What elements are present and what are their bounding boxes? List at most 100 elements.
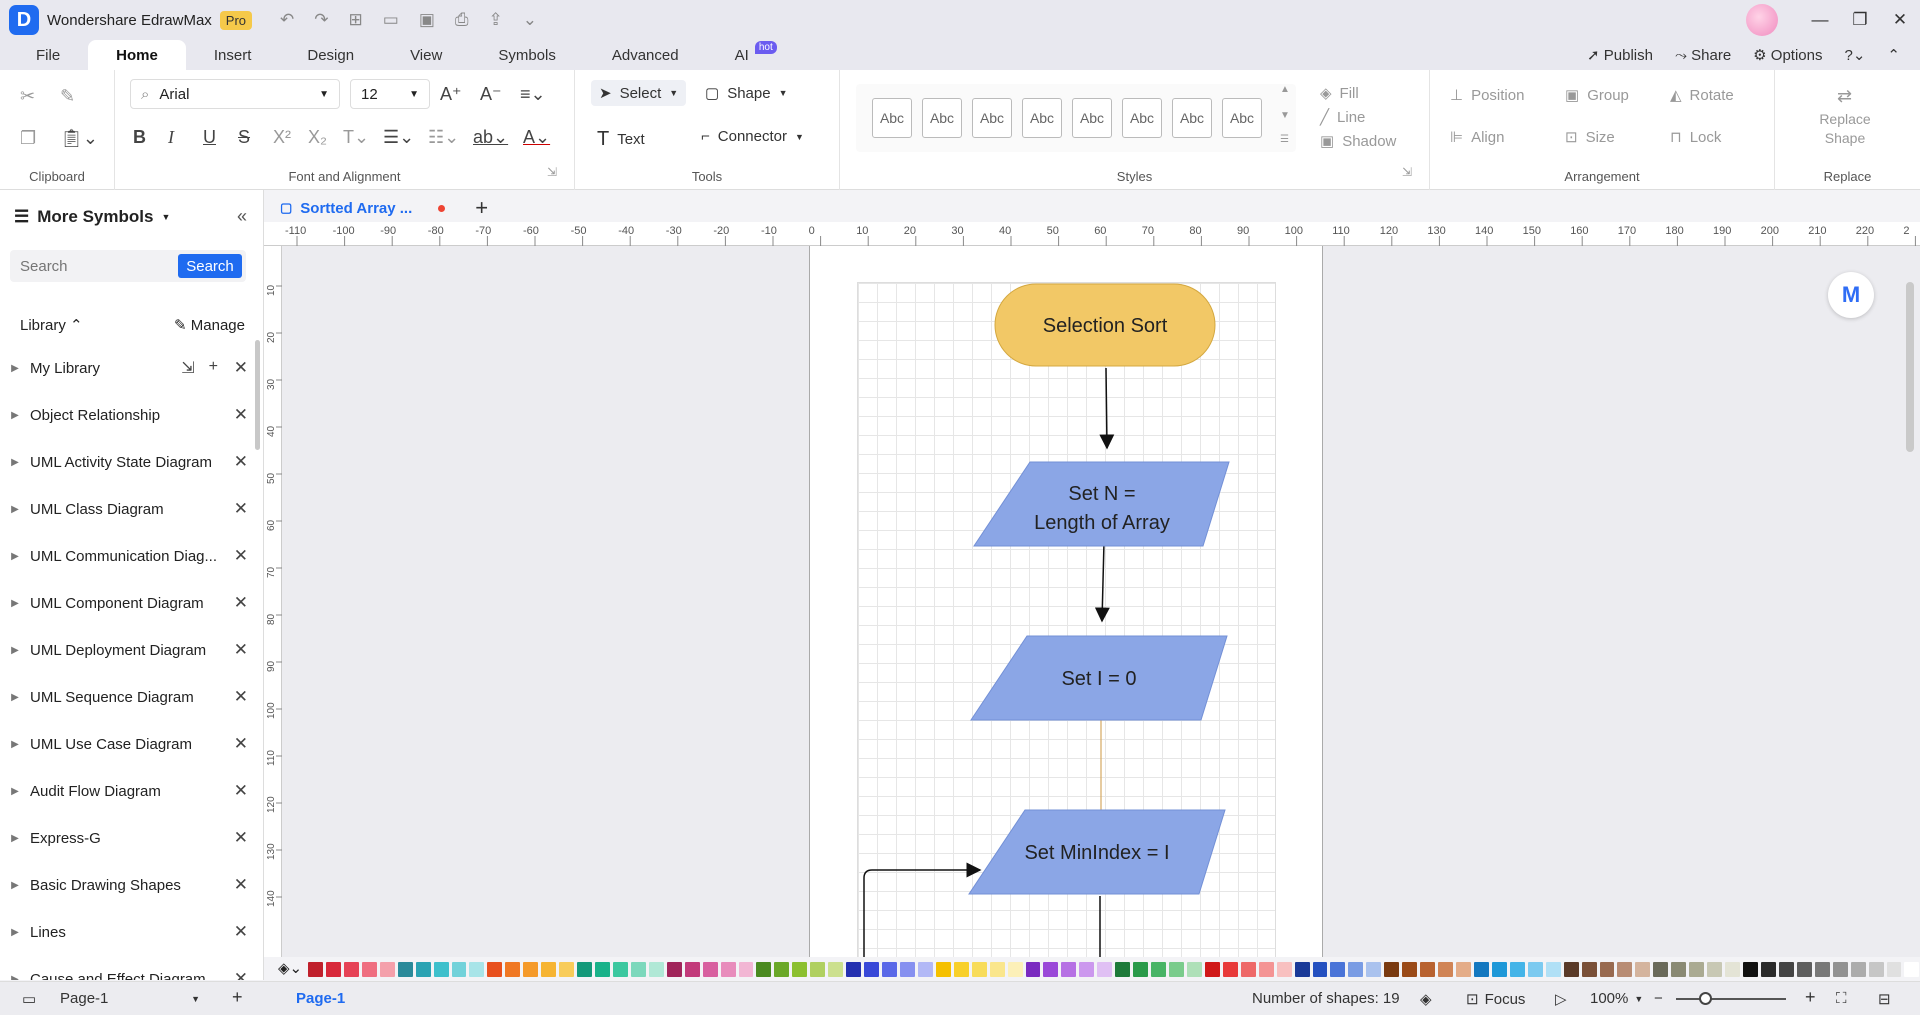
library-item[interactable]: ▶ UML Communication Diag... ✕: [0, 536, 258, 576]
color-swatch[interactable]: [1886, 961, 1902, 977]
user-avatar[interactable]: [1746, 4, 1778, 36]
close-icon[interactable]: ✕: [234, 358, 248, 378]
tab-ai[interactable]: AI hot: [707, 40, 777, 70]
color-swatch[interactable]: [702, 961, 718, 977]
color-swatch[interactable]: [1438, 961, 1453, 977]
color-swatch[interactable]: [738, 961, 754, 977]
color-swatch[interactable]: [397, 961, 413, 977]
gallery-up-icon[interactable]: ▲: [1280, 84, 1290, 95]
expand-arrow-icon[interactable]: ▶: [0, 974, 30, 981]
color-swatch[interactable]: [415, 961, 431, 977]
collapse-sidebar-icon[interactable]: «: [237, 206, 247, 227]
close-icon[interactable]: ✕: [234, 687, 248, 707]
color-swatch[interactable]: [523, 961, 539, 977]
library-item[interactable]: ▶ Object Relationship ✕: [0, 395, 258, 435]
expand-arrow-icon[interactable]: ▶: [0, 645, 30, 656]
collapse-ribbon-icon[interactable]: ⌃: [1887, 46, 1900, 64]
tab-page-1[interactable]: Page-1: [296, 990, 345, 1007]
color-swatch[interactable]: [828, 961, 844, 977]
close-icon[interactable]: ✕: [234, 969, 248, 980]
color-swatch[interactable]: [1689, 961, 1705, 977]
library-item[interactable]: ▶ UML Class Diagram ✕: [0, 489, 258, 529]
close-icon[interactable]: ✕: [234, 922, 248, 942]
page-selector[interactable]: Page-1 ▼: [60, 990, 200, 1007]
cut-icon[interactable]: ✂: [20, 86, 35, 107]
color-swatch[interactable]: [1276, 961, 1292, 977]
lock-button[interactable]: ⊓ Lock: [1670, 128, 1721, 147]
expand-arrow-icon[interactable]: ▶: [0, 551, 30, 562]
expand-arrow-icon[interactable]: ▶: [0, 880, 30, 891]
color-swatch[interactable]: [343, 961, 359, 977]
undo-icon[interactable]: ↶: [280, 10, 294, 30]
color-swatch[interactable]: [846, 961, 862, 977]
color-swatch[interactable]: [1222, 961, 1238, 977]
redo-icon[interactable]: ↷: [314, 10, 328, 30]
play-icon[interactable]: ▷: [1555, 990, 1567, 1008]
color-swatch[interactable]: [1330, 961, 1346, 977]
style-sample[interactable]: Abc: [1222, 98, 1262, 138]
font-size-dropdown[interactable]: 12 ▼: [350, 79, 430, 109]
zoom-in-icon[interactable]: +: [1805, 987, 1816, 1008]
search-button[interactable]: Search: [178, 254, 242, 278]
color-swatch[interactable]: [1725, 961, 1740, 977]
search-input[interactable]: [10, 250, 170, 282]
color-swatch[interactable]: [505, 961, 521, 977]
close-icon[interactable]: ✕: [234, 734, 248, 754]
share-button[interactable]: ⤳ Share: [1675, 47, 1731, 64]
canvas-area[interactable]: -110 -100 -90 -80 -70 -60 -50 -40 -30 -20 -10 0 10 20…: [264, 222, 1920, 979]
color-swatch[interactable]: [1366, 961, 1382, 977]
style-sample[interactable]: Abc: [1022, 98, 1062, 138]
library-item[interactable]: ▶ UML Component Diagram ✕: [0, 583, 258, 623]
color-swatch[interactable]: [1868, 961, 1884, 977]
color-swatch[interactable]: [1527, 961, 1543, 977]
restore-icon[interactable]: ❐: [1840, 10, 1880, 30]
minimize-icon[interactable]: —: [1800, 10, 1840, 30]
color-swatch[interactable]: [720, 961, 736, 977]
line-button[interactable]: ╱ Line: [1320, 108, 1365, 127]
library-item[interactable]: ▶ Cause and Effect Diagram ✕: [0, 959, 258, 980]
close-icon[interactable]: ✕: [234, 452, 248, 472]
close-icon[interactable]: ✕: [234, 405, 248, 425]
color-swatch[interactable]: [1904, 961, 1920, 977]
expand-arrow-icon[interactable]: ▶: [0, 833, 30, 844]
tab-advanced[interactable]: Advanced: [584, 40, 707, 70]
tab-document[interactable]: ▢ Sortted Array ... +: [280, 195, 488, 221]
options-button[interactable]: ⚙ Options: [1753, 46, 1822, 64]
color-swatch[interactable]: [1294, 961, 1310, 977]
style-sample[interactable]: Abc: [922, 98, 962, 138]
focus-button[interactable]: ⊡ Focus: [1466, 990, 1525, 1009]
style-sample[interactable]: Abc: [1172, 98, 1212, 138]
publish-button[interactable]: ➚ Publish: [1587, 46, 1653, 64]
color-swatch[interactable]: [1402, 961, 1418, 977]
import-icon[interactable]: ⇲: [181, 358, 194, 378]
library-item[interactable]: ▶ Express-G ✕: [0, 818, 258, 858]
color-swatch[interactable]: [1778, 961, 1794, 977]
color-swatch[interactable]: [1617, 961, 1633, 977]
align-text-icon[interactable]: ≡⌄: [520, 84, 546, 105]
color-swatch[interactable]: [308, 961, 323, 977]
color-swatch[interactable]: [917, 961, 933, 977]
color-swatch[interactable]: [1473, 961, 1489, 977]
color-swatch[interactable]: [1509, 961, 1525, 977]
color-swatch[interactable]: [774, 961, 790, 977]
tab-file[interactable]: File: [8, 40, 88, 70]
color-swatch[interactable]: [487, 961, 503, 977]
paste-icon[interactable]: 📋︎⌄: [60, 128, 98, 149]
color-swatch[interactable]: [935, 961, 951, 977]
color-swatch[interactable]: [1814, 961, 1830, 977]
decrease-font-icon[interactable]: A⁻: [480, 84, 502, 105]
color-swatch[interactable]: [989, 961, 1005, 977]
library-item[interactable]: ▶ UML Use Case Diagram ✕: [0, 724, 258, 764]
library-item[interactable]: ▶ Lines ✕: [0, 912, 258, 952]
color-swatch[interactable]: [469, 961, 485, 977]
color-swatch[interactable]: [648, 961, 664, 977]
close-window-icon[interactable]: ✕: [1880, 10, 1920, 30]
export-icon[interactable]: ⇪: [489, 10, 503, 30]
color-swatch[interactable]: [1133, 961, 1149, 977]
zoom-dropdown[interactable]: 100% ▼: [1590, 990, 1643, 1007]
color-swatch[interactable]: [756, 961, 772, 977]
expand-arrow-icon[interactable]: ▶: [0, 410, 30, 421]
zoom-slider-handle[interactable]: [1699, 992, 1712, 1005]
style-sample[interactable]: Abc: [872, 98, 912, 138]
save-icon[interactable]: ▣: [419, 10, 435, 30]
